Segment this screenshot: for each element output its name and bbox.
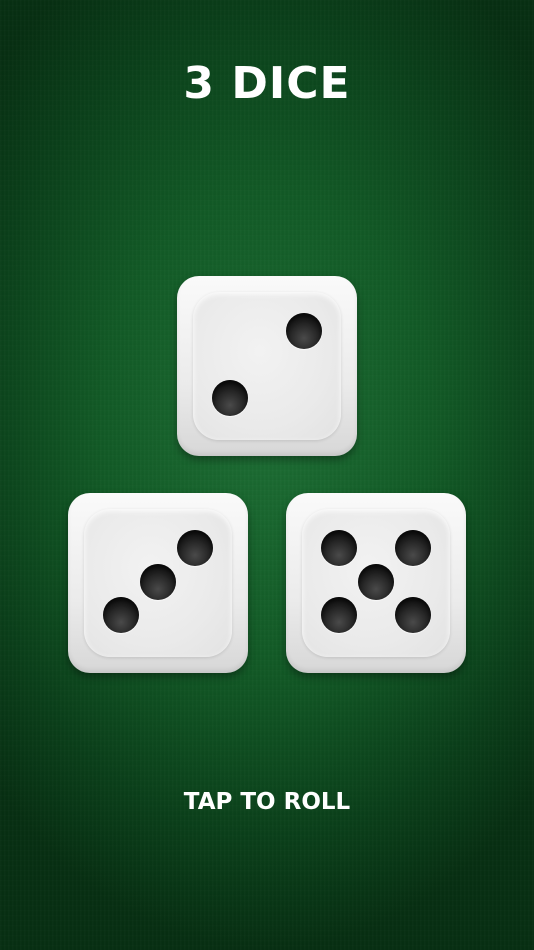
page-title: 3 DICE: [183, 58, 351, 109]
pip: [140, 564, 176, 600]
pip: [395, 597, 431, 633]
pip: [286, 313, 322, 349]
die-bottom-right[interactable]: [286, 493, 466, 673]
tap-to-roll-button[interactable]: TAP TO ROLL: [167, 786, 367, 818]
pip: [358, 564, 394, 600]
pip: [177, 530, 213, 566]
pip: [212, 380, 248, 416]
die-top[interactable]: [177, 276, 357, 456]
pip: [395, 530, 431, 566]
pip: [103, 597, 139, 633]
die-bottom-left[interactable]: [68, 493, 248, 673]
die-face: [193, 292, 341, 440]
pip: [321, 530, 357, 566]
pip: [321, 597, 357, 633]
